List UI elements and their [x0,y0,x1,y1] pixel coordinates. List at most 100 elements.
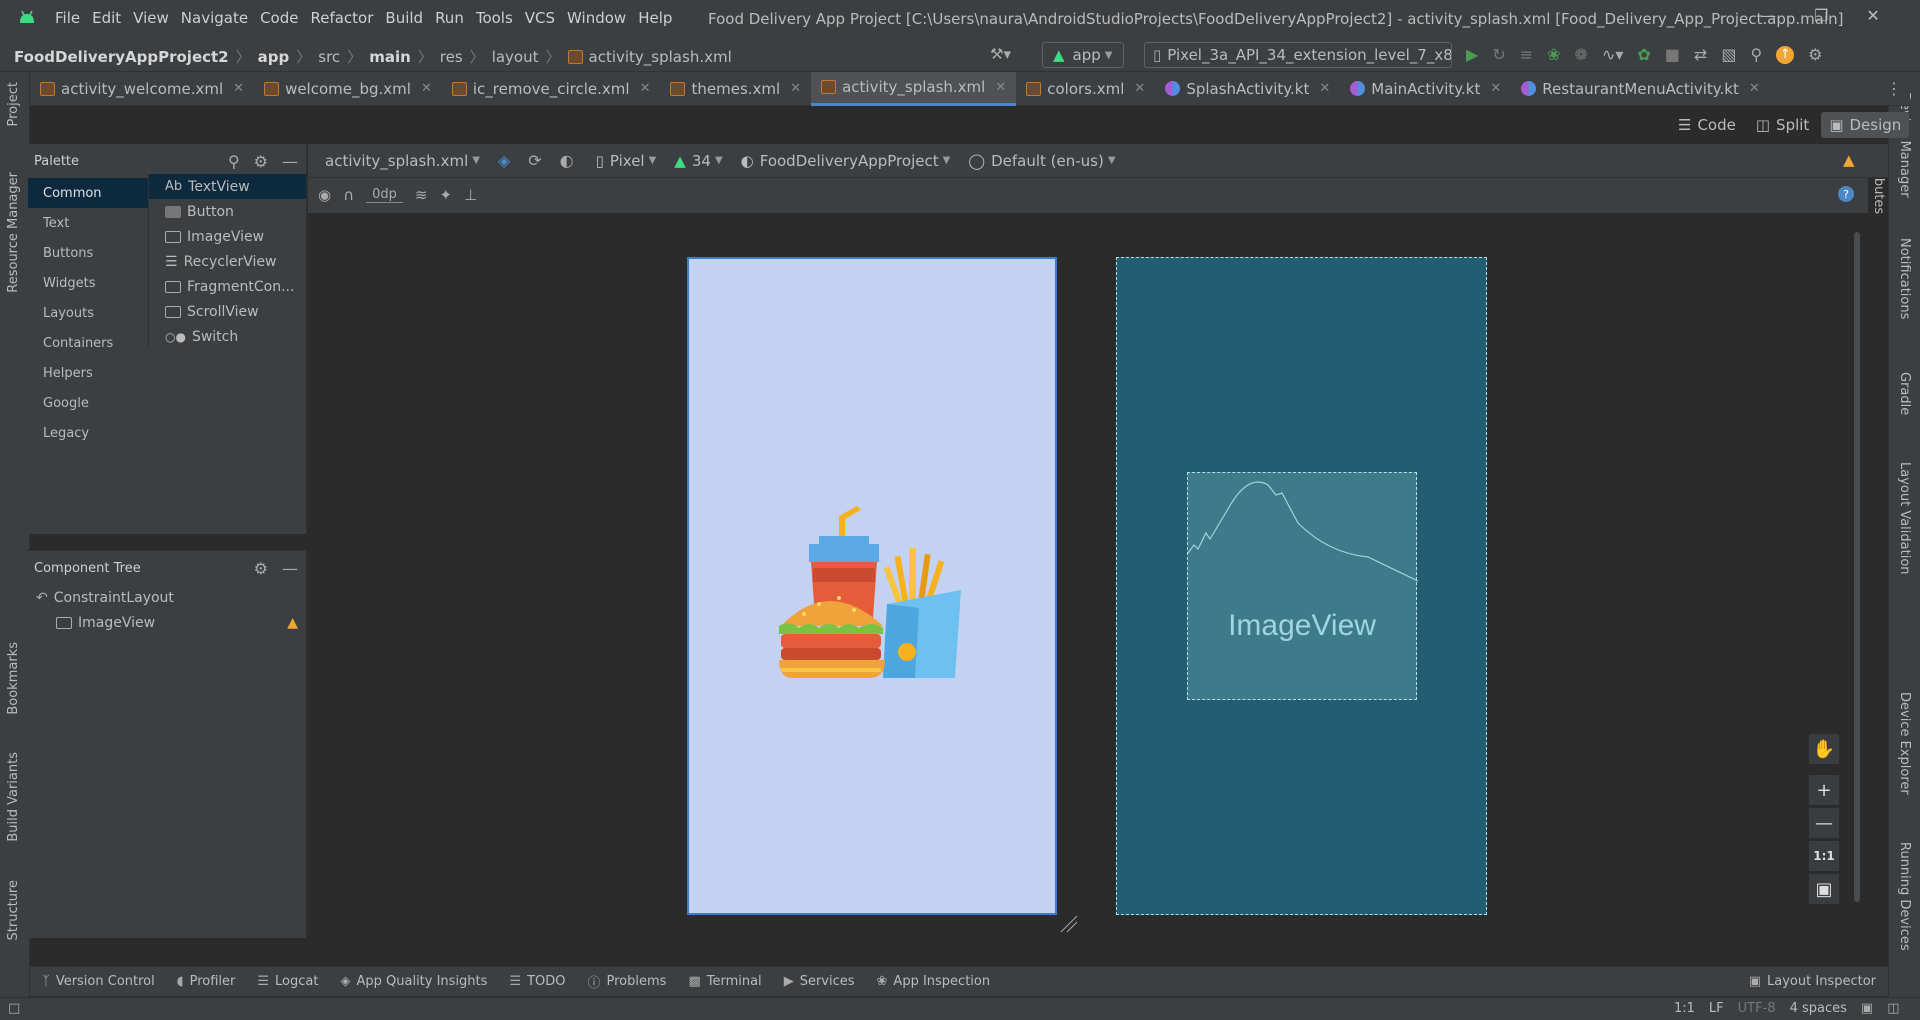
tab-activity-welcome[interactable]: activity_welcome.xml ✕ [30,72,254,106]
widget-switch[interactable]: ○● Switch [149,324,306,349]
attach-debugger-icon[interactable]: ❁ [1575,45,1588,64]
tab-activity-splash[interactable]: activity_splash.xml ✕ [811,71,1017,106]
help-icon[interactable]: ? [1838,186,1854,202]
warning-icon[interactable]: ▲ [287,615,298,631]
apply-changes-icon[interactable]: ≡ [1520,45,1533,64]
zoom-in-icon[interactable]: + [1809,775,1839,805]
tool-terminal[interactable]: ▩ Terminal [688,974,761,989]
menu-navigate[interactable]: Navigate [181,9,248,27]
resize-handle-icon[interactable] [1059,914,1079,934]
breadcrumb-layout[interactable]: layout [492,48,539,66]
tab-ic-remove-circle[interactable]: ic_remove_circle.xml ✕ [442,72,661,106]
search-icon[interactable]: ⚲ [228,152,240,171]
close-tab-icon[interactable]: ✕ [1134,81,1145,96]
night-mode-icon[interactable]: ◐ [560,151,574,170]
menu-file[interactable]: File [55,9,80,27]
tool-bookmarks[interactable]: Bookmarks [6,642,21,715]
clear-constraints-icon[interactable]: ≋ [415,186,428,204]
close-window-icon[interactable]: ✕ [1866,6,1879,25]
tool-structure[interactable]: Structure [6,880,21,940]
tool-app-quality-insights[interactable]: ◈ App Quality Insights [340,974,487,989]
zoom-actual-size-button[interactable]: 1:1 [1809,841,1839,871]
debug-icon[interactable]: ❀ [1547,45,1560,64]
update-icon[interactable]: ↑ [1776,45,1795,64]
widget-scrollview[interactable]: ScrollView [149,299,306,324]
category-text[interactable]: Text [28,208,148,238]
debug-attach-icon[interactable]: ✿ [1637,45,1650,64]
file-encoding[interactable]: UTF-8 [1738,1001,1776,1016]
breadcrumb-res[interactable]: res [440,48,463,66]
menu-refactor[interactable]: Refactor [310,9,373,27]
more-tabs-icon[interactable]: ⋮ [1886,79,1902,98]
rerun-icon[interactable]: ↻ [1492,45,1505,64]
minimize-panel-icon[interactable]: — [282,559,298,578]
tool-notifications[interactable]: Notifications [1897,238,1912,319]
category-containers[interactable]: Containers [28,328,148,358]
close-tab-icon[interactable]: ✕ [1749,81,1760,96]
line-separator[interactable]: LF [1709,1001,1724,1016]
tool-profiler[interactable]: ◖ Profiler [177,974,236,989]
blueprint-surface[interactable]: ImageView [1116,257,1487,915]
toggle-tool-windows-icon[interactable]: □ [8,1001,20,1016]
tool-project[interactable]: Project [6,82,21,126]
menu-help[interactable]: Help [638,9,672,27]
tool-device-explorer[interactable]: Device Explorer [1897,692,1912,795]
lock-icon[interactable]: ▣ [1861,1001,1873,1016]
menu-tools[interactable]: Tools [476,9,513,27]
close-tab-icon[interactable]: ✕ [790,81,801,96]
tool-logcat[interactable]: ☰ Logcat [257,974,318,989]
gear-icon[interactable]: ⚙ [254,152,268,171]
category-buttons[interactable]: Buttons [28,238,148,268]
canvas-scrollbar[interactable] [1854,232,1860,902]
tab-themes[interactable]: themes.xml ✕ [660,72,811,106]
default-margin-field[interactable]: 0dp [366,187,403,203]
category-common[interactable]: Common [28,178,148,208]
magnet-off-icon[interactable]: ∩ [343,186,354,204]
guidelines-icon[interactable]: ⊥ [464,186,477,204]
zoom-to-fit-icon[interactable]: ▣ [1809,874,1839,904]
settings-icon[interactable]: ⚙ [1808,45,1822,64]
blueprint-imageview[interactable]: ImageView [1187,472,1418,700]
design-canvas[interactable] [308,214,1868,938]
minimize-icon[interactable]: — [1760,6,1776,25]
tool-resource-manager[interactable]: Resource Manager [6,172,21,293]
breadcrumb-app[interactable]: app [258,48,290,66]
tool-app-inspection[interactable]: ❀ App Inspection [877,974,991,989]
api-level-dropdown[interactable]: ▲ 34 ▼ [674,152,722,170]
widget-textview[interactable]: Ab TextView [149,174,306,199]
tool-build-variants[interactable]: Build Variants [6,752,21,842]
tool-problems[interactable]: ⓘ Problems [588,972,667,991]
category-widgets[interactable]: Widgets [28,268,148,298]
split-view-button[interactable]: ◫ Split [1748,112,1817,138]
device-dropdown[interactable]: ▯ Pixel_3a_API_34_extension_level_7_x86 [1144,42,1452,68]
widget-recyclerview[interactable]: ☰ RecyclerView [149,249,306,274]
locale-dropdown[interactable]: ◯ Default (en-us) ▼ [968,152,1115,170]
eye-icon[interactable]: ◉ [318,186,331,204]
theme-dropdown[interactable]: ◐ FoodDeliveryAppProject ▼ [741,152,951,170]
breadcrumb-file[interactable]: activity_splash.xml [589,48,732,66]
restore-icon[interactable]: ❐ [1814,6,1828,25]
widget-button[interactable]: Button [149,199,306,224]
design-preview-surface[interactable] [687,257,1078,933]
tab-restaurant-menu-activity[interactable]: RestaurantMenuActivity.kt ✕ [1511,72,1770,106]
menu-vcs[interactable]: VCS [525,9,555,27]
tree-node-constraintlayout[interactable]: ↶ ConstraintLayout [26,585,306,610]
run-icon[interactable]: ▶ [1466,45,1478,64]
layers-icon[interactable]: ◈ [498,151,510,170]
widget-fragmentcontainer[interactable]: FragmentCon... [149,274,306,299]
device-type-dropdown[interactable]: ▯ Pixel ▼ [596,152,657,170]
category-legacy[interactable]: Legacy [28,418,148,448]
stop-icon[interactable]: ■ [1665,45,1680,64]
code-view-button[interactable]: ☰ Code [1670,112,1744,138]
close-tab-icon[interactable]: ✕ [1319,81,1330,96]
tab-main-activity[interactable]: MainActivity.kt ✕ [1340,72,1511,106]
tab-colors[interactable]: colors.xml ✕ [1016,72,1155,106]
close-tab-icon[interactable]: ✕ [995,80,1006,95]
memory-icon[interactable]: ◫ [1887,1001,1899,1016]
close-tab-icon[interactable]: ✕ [640,81,651,96]
menu-code[interactable]: Code [260,9,298,27]
tool-services[interactable]: ▶ Services [784,974,855,989]
gear-icon[interactable]: ⚙ [254,559,268,578]
close-tab-icon[interactable]: ✕ [421,81,432,96]
tool-version-control[interactable]: ᛉ Version Control [42,974,155,989]
